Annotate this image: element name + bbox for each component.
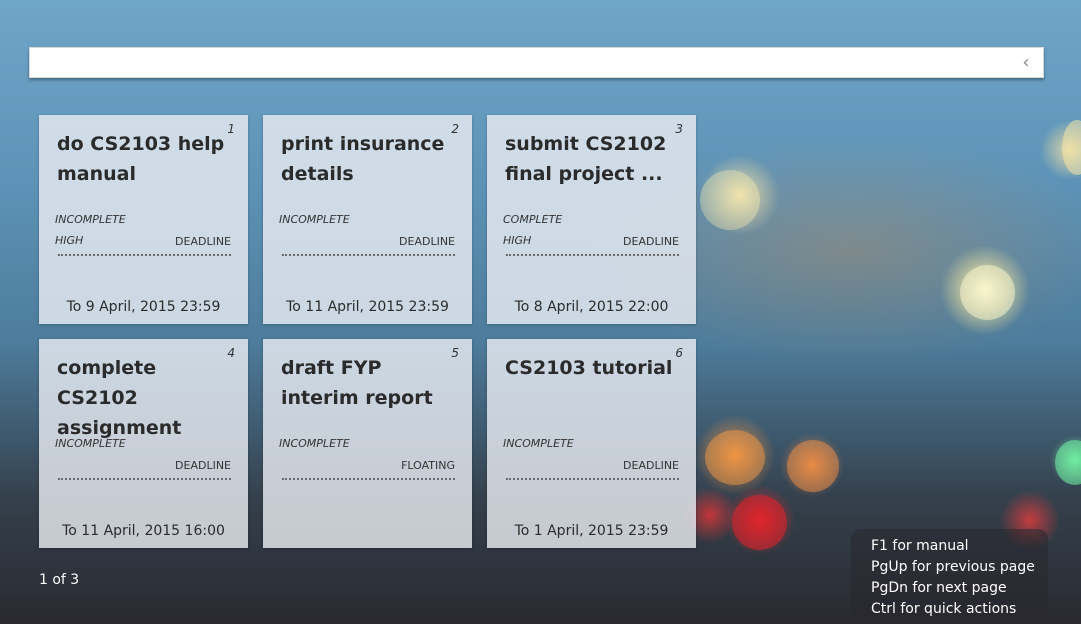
bokeh-light: [787, 440, 839, 492]
divider: [506, 478, 679, 480]
task-date: To 1 April, 2015 23:59: [514, 523, 669, 539]
task-priority: HIGH: [503, 234, 532, 247]
task-type: DEADLINE: [623, 235, 679, 248]
task-title: complete CS2102 assignment: [57, 357, 182, 439]
help-panel: F1 for manual PgUp for previous page PgD…: [851, 529, 1048, 621]
bokeh-light: [1062, 120, 1081, 175]
help-line-manual: F1 for manual: [871, 538, 969, 554]
divider: [58, 254, 231, 256]
bokeh-light: [732, 495, 787, 550]
task-type: DEADLINE: [623, 459, 679, 472]
help-line-next-page: PgDn for next page: [871, 580, 1007, 596]
bokeh-light: [1055, 440, 1081, 485]
task-status: INCOMPLETE: [55, 213, 126, 226]
task-status: INCOMPLETE: [55, 437, 126, 450]
task-date: To 11 April, 2015 16:00: [62, 523, 225, 539]
divider: [506, 254, 679, 256]
task-date: To 9 April, 2015 23:59: [66, 299, 221, 315]
task-type: DEADLINE: [175, 459, 231, 472]
task-card[interactable]: 4 complete CS2102 assignment INCOMPLETE …: [39, 339, 248, 548]
task-type: DEADLINE: [175, 235, 231, 248]
task-type: FLOATING: [401, 459, 455, 472]
command-input[interactable]: [36, 52, 1006, 74]
task-date: To 11 April, 2015 23:59: [286, 299, 449, 315]
task-card[interactable]: 3 submit CS2102 final project ... COMPLE…: [487, 115, 696, 324]
bokeh-light: [960, 265, 1015, 320]
command-bar: ‹: [29, 47, 1044, 78]
task-card[interactable]: 5 draft FYP interim report INCOMPLETE FL…: [263, 339, 472, 548]
divider: [282, 254, 455, 256]
task-card[interactable]: 6 CS2103 tutorial INCOMPLETE DEADLINE To…: [487, 339, 696, 548]
task-status: INCOMPLETE: [503, 437, 574, 450]
divider: [282, 478, 455, 480]
help-line-quick-actions: Ctrl for quick actions: [871, 601, 1017, 617]
help-line-prev-page: PgUp for previous page: [871, 559, 1035, 575]
task-type: DEADLINE: [399, 235, 455, 248]
task-status: COMPLETE: [503, 213, 563, 226]
page-indicator: 1 of 3: [39, 572, 80, 588]
task-status: INCOMPLETE: [279, 213, 350, 226]
task-title: print insurance details: [281, 133, 445, 185]
bokeh-light: [700, 170, 760, 230]
task-title: do CS2103 help manual: [57, 133, 225, 185]
task-title: CS2103 tutorial: [505, 357, 673, 379]
task-title: submit CS2102 final project ...: [505, 133, 667, 185]
task-date: To 8 April, 2015 22:00: [514, 299, 669, 315]
task-card[interactable]: 1 do CS2103 help manual INCOMPLETE HIGH …: [39, 115, 248, 324]
chevron-left-icon[interactable]: ‹: [1019, 54, 1033, 72]
task-status: INCOMPLETE: [279, 437, 350, 450]
bokeh-light: [705, 430, 765, 485]
task-card[interactable]: 2 print insurance details INCOMPLETE DEA…: [263, 115, 472, 324]
task-priority: HIGH: [55, 234, 84, 247]
divider: [58, 478, 231, 480]
task-title: draft FYP interim report: [281, 357, 433, 409]
